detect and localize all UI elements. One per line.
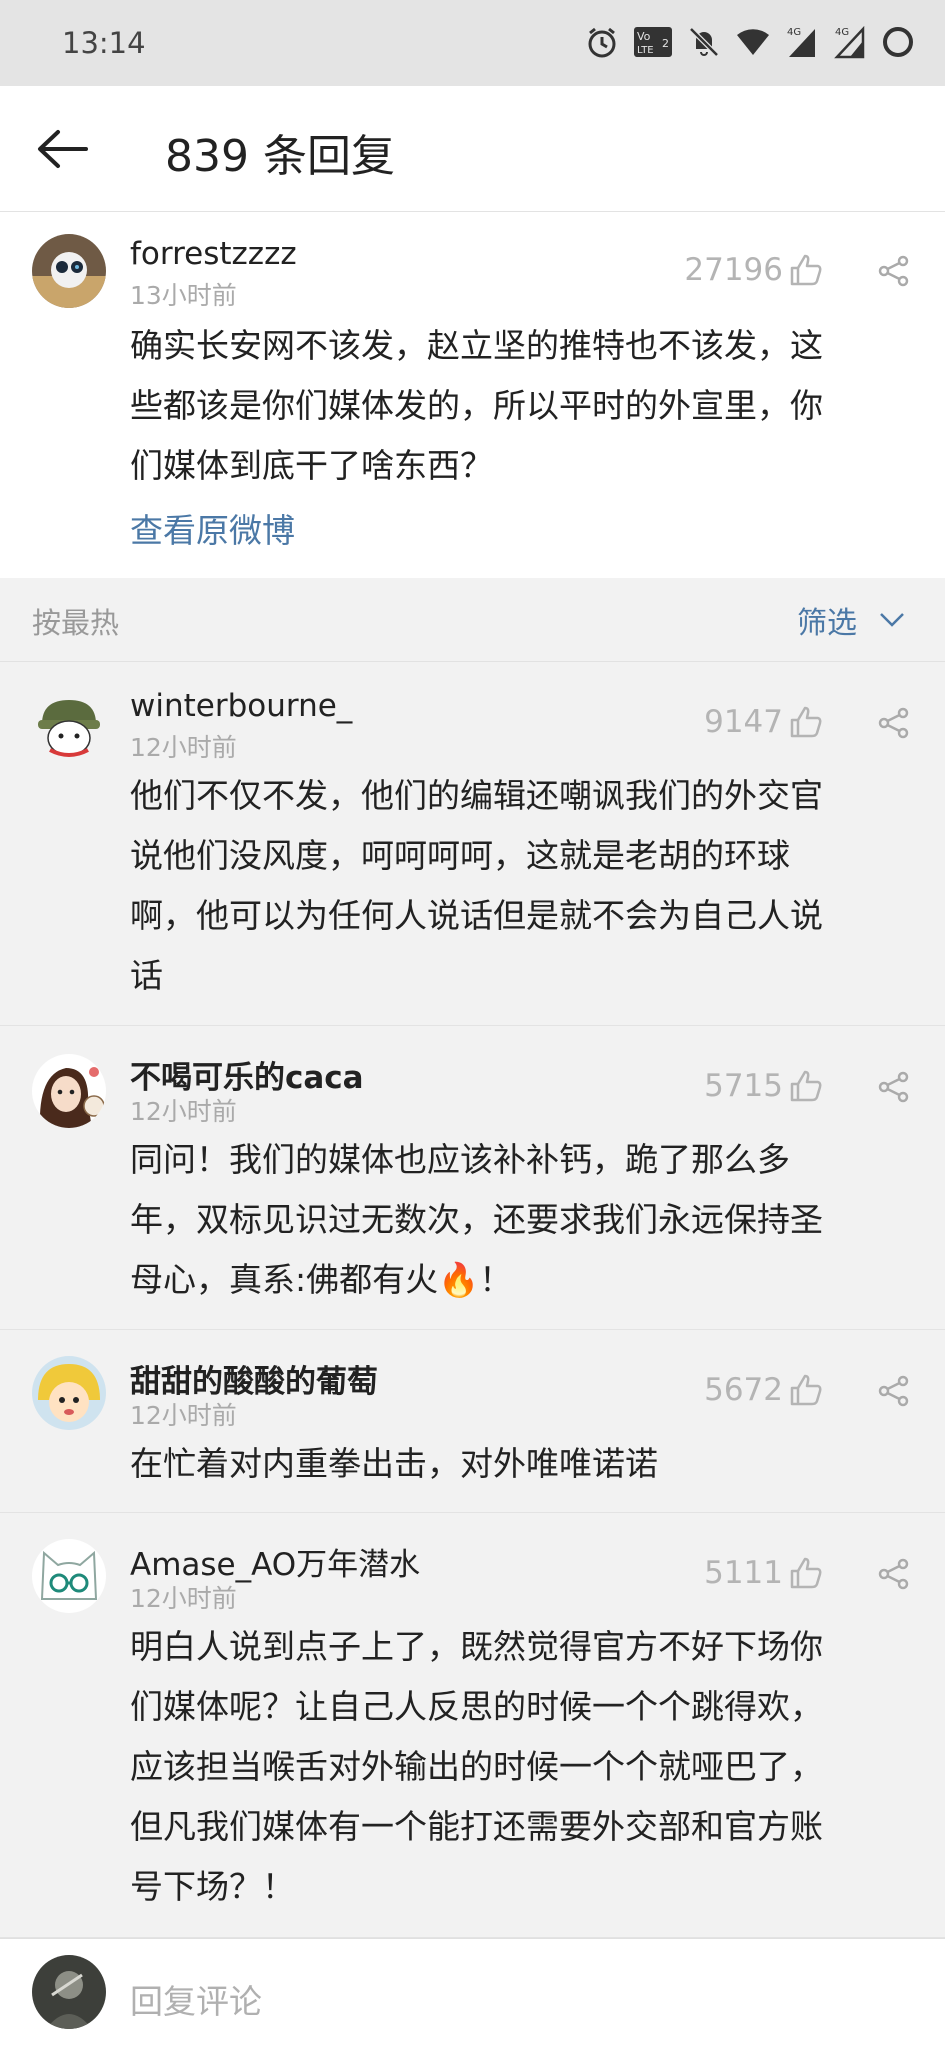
view-original-weibo-link[interactable]: 查看原微博 — [130, 504, 295, 552]
svg-text:2: 2 — [662, 37, 669, 50]
like-count: 5715 — [704, 1068, 783, 1104]
filter-button[interactable]: 筛选 — [797, 598, 905, 642]
comment-text: 同问！我们的媒体也应该补补钙，跪了那么多 年，双标见识过无数次，还要求我们永远保… — [130, 1140, 823, 1299]
comment-item: Amase_AO万年潜水 12小时前 5111 明白人说到点子上了，既然觉得官方… — [0, 1513, 945, 1938]
thumbs-up-icon — [790, 254, 822, 286]
wifi-icon — [737, 29, 769, 55]
filter-label: 筛选 — [797, 606, 857, 641]
like-button[interactable]: 27196 — [684, 250, 823, 290]
sort-by-hot[interactable]: 按最热 — [32, 600, 119, 642]
thumbs-up-icon — [790, 1374, 822, 1406]
share-icon[interactable] — [877, 706, 911, 740]
share-icon[interactable] — [877, 1070, 911, 1104]
comment-text: 确实长安网不该发，赵立坚的推特也不该发，这 些都该是你们媒体发的，所以平时的外宣… — [130, 326, 823, 485]
like-button[interactable]: 5111 — [704, 1553, 823, 1593]
avatar[interactable] — [32, 1539, 106, 1613]
alarm-icon — [588, 27, 616, 58]
back-arrow-icon[interactable] — [34, 124, 90, 174]
like-button[interactable]: 5715 — [704, 1066, 823, 1106]
share-icon[interactable] — [877, 1557, 911, 1591]
username[interactable]: forrestzzzz — [130, 236, 297, 272]
signal-4g-icon: 4G — [787, 27, 815, 57]
share-icon[interactable] — [877, 1374, 911, 1408]
comment-item: 不喝可乐的caca 12小时前 5715 同问！我们的媒体也应该补补钙，跪了那么… — [0, 1026, 945, 1330]
page-title: 839 条回复 — [165, 131, 395, 182]
timestamp: 12小时前 — [130, 733, 237, 762]
battery-icon — [883, 27, 913, 57]
comment-item: winterbourne_ 12小时前 9147 他们不仅不发，他们的编辑还嘲讽… — [0, 662, 945, 1026]
like-count: 5111 — [704, 1555, 783, 1591]
share-icon[interactable] — [877, 254, 911, 288]
username[interactable]: winterbourne_ — [130, 688, 352, 724]
like-count: 5672 — [704, 1372, 783, 1408]
svg-text:4G: 4G — [787, 27, 801, 38]
reply-bar: 回复评论 — [0, 1938, 945, 2048]
chevron-down-icon — [880, 613, 904, 627]
top-bar: 839 条回复 — [0, 86, 945, 212]
mute-icon — [689, 27, 719, 57]
thumbs-up-icon — [790, 1070, 822, 1102]
timestamp: 12小时前 — [130, 1401, 237, 1430]
signal-4g-icon: 4G — [834, 25, 865, 59]
status-icons: Vo LTE 2 4G 4G — [585, 22, 915, 62]
volte-icon: Vo LTE 2 — [634, 27, 672, 57]
original-comment: forrestzzzz 13小时前 27196 确实长安网不该发，赵立坚的推特也… — [0, 212, 945, 578]
sort-bar: 按最热 筛选 — [0, 578, 945, 662]
timestamp: 12小时前 — [130, 1097, 237, 1126]
comment-item: 甜甜的酸酸的葡萄 12小时前 5672 在忙着对内重拳出击，对外唯唯诺诺 — [0, 1330, 945, 1513]
like-button[interactable]: 5672 — [704, 1370, 823, 1410]
avatar[interactable] — [32, 690, 106, 764]
comment-text: 明白人说到点子上了，既然觉得官方不好下场你 们媒体呢？让自己人反思的时候一个个跳… — [130, 1627, 823, 1906]
username[interactable]: 甜甜的酸酸的葡萄 — [130, 1356, 378, 1401]
username[interactable]: 不喝可乐的caca — [130, 1052, 364, 1097]
comment-list: winterbourne_ 12小时前 9147 他们不仅不发，他们的编辑还嘲讽… — [0, 662, 945, 1938]
timestamp: 13小时前 — [130, 281, 237, 310]
svg-text:4G: 4G — [835, 27, 849, 38]
avatar[interactable] — [32, 1356, 106, 1430]
status-bar: 13:14 Vo LTE 2 4G 4G — [0, 0, 945, 86]
like-count: 9147 — [704, 704, 783, 740]
svg-text:Vo: Vo — [637, 30, 651, 43]
status-time: 13:14 — [62, 26, 146, 60]
avatar[interactable] — [32, 234, 106, 308]
like-button[interactable]: 9147 — [704, 702, 823, 742]
like-count: 27196 — [684, 252, 783, 288]
avatar[interactable] — [32, 1054, 106, 1128]
username[interactable]: Amase_AO万年潜水 — [130, 1539, 420, 1584]
reply-comment-input[interactable]: 回复评论 — [130, 1975, 262, 2023]
thumbs-up-icon — [790, 706, 822, 738]
comment-text: 他们不仅不发，他们的编辑还嘲讽我们的外交官 说他们没风度，呵呵呵呵，这就是老胡的… — [130, 776, 823, 995]
avatar[interactable] — [32, 1955, 106, 2029]
thumbs-up-icon — [790, 1557, 822, 1589]
svg-text:LTE: LTE — [637, 45, 654, 56]
comment-text: 在忙着对内重拳出击，对外唯唯诺诺 — [130, 1444, 658, 1483]
timestamp: 12小时前 — [130, 1584, 237, 1613]
